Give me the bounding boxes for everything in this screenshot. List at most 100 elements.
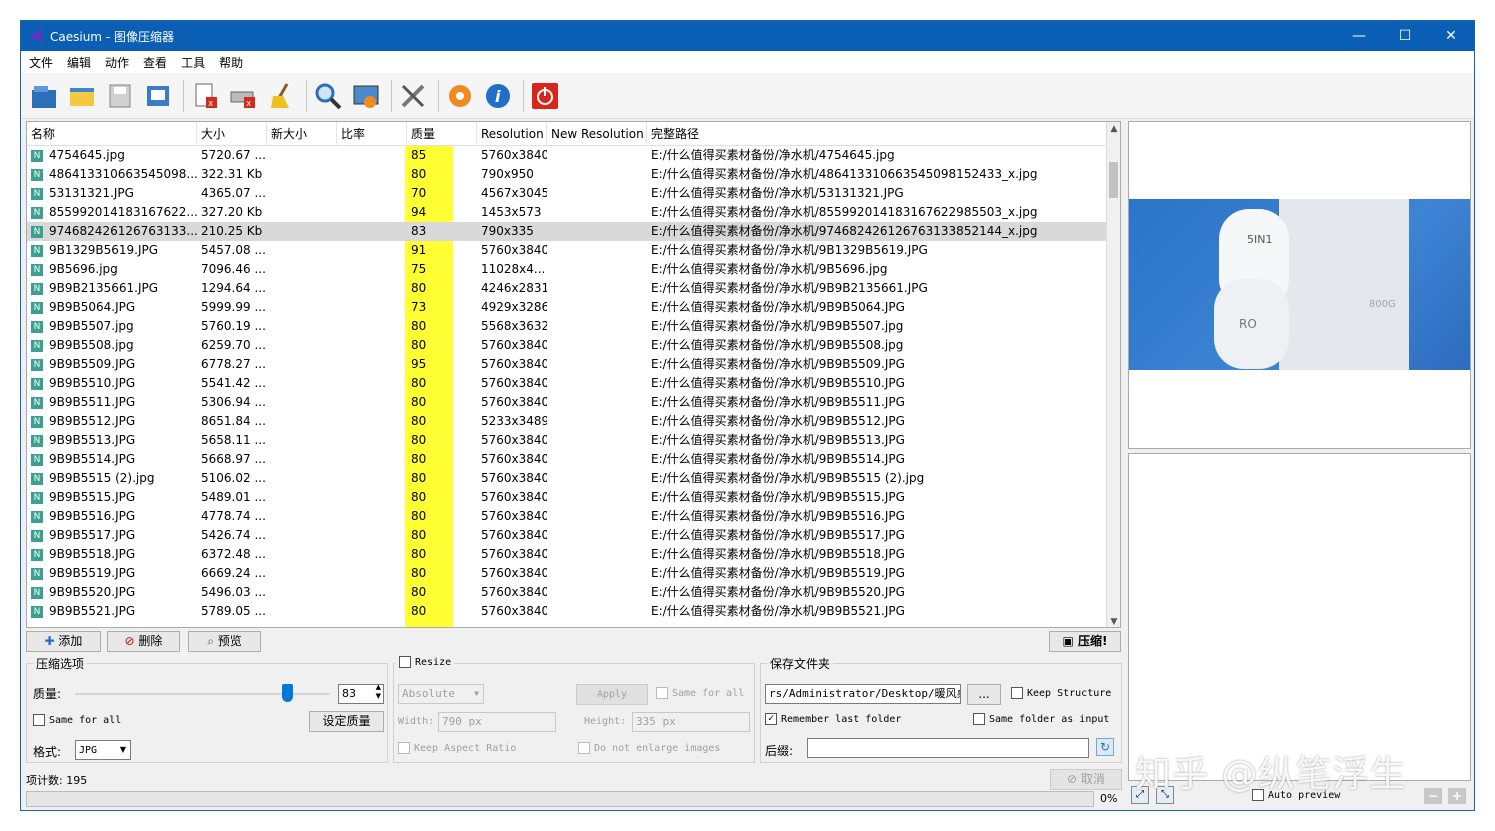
table-row[interactable]: N 486413310663545098... 322.31 Kb 80 790x950… [27, 165, 1107, 184]
col-ratio[interactable]: 比率 [337, 122, 407, 146]
save-folder-title: 保存文件夹 [767, 655, 834, 672]
apply-button[interactable]: Apply [576, 684, 648, 705]
cell-size: 5658.11 ... [201, 433, 266, 447]
zoom-in-icon[interactable]: + [1448, 788, 1466, 804]
table-row[interactable]: N 9B9B5521.JPG 5789.05 ... 80 5760x3840 E:/什么… [27, 602, 1107, 621]
height-field[interactable]: 335 px [632, 712, 750, 732]
table-row[interactable]: N 9B9B5519.JPG 6669.24 ... 80 5760x3840 E:/什么… [27, 564, 1107, 583]
col-new-size[interactable]: 新大小 [267, 122, 337, 146]
broom-icon[interactable] [264, 79, 298, 113]
table-row[interactable]: N 9B9B5517.JPG 5426.74 ... 80 5760x3840 E:/什么… [27, 526, 1107, 545]
cell-size: 7096.46 ... [201, 262, 266, 276]
browse-button[interactable]: ... [967, 684, 1001, 705]
table-row[interactable]: N 9B9B5509.JPG 6778.27 ... 95 5760x3840 E:/什么… [27, 355, 1107, 374]
cell-new-resolution [547, 450, 647, 469]
minimize-button[interactable]: — [1336, 21, 1382, 51]
scroll-down-arrow-icon[interactable]: ▼ [1107, 615, 1120, 627]
keep-aspect-checkbox[interactable]: Keep Aspect Ratio [398, 742, 516, 754]
table-row[interactable]: N 9B9B2135661.JPG 1294.64 ... 80 4246x2831 E:… [27, 279, 1107, 298]
scroll-thumb[interactable] [1109, 162, 1118, 198]
refresh-icon[interactable]: ↻ [1096, 738, 1114, 756]
table-row[interactable]: N 9B9B5515.JPG 5489.01 ... 80 5760x3840 E:/什么… [27, 488, 1107, 507]
format-select[interactable]: JPG ▼ [75, 740, 131, 760]
remove-button[interactable]: ⊘ 删除 [107, 631, 180, 652]
table-row[interactable]: N 9B9B5513.JPG 5658.11 ... 80 5760x3840 E:/什么… [27, 431, 1107, 450]
col-size[interactable]: 大小 [197, 122, 267, 146]
cell-ratio [337, 317, 407, 336]
clear-list-icon[interactable]: x [226, 79, 260, 113]
table-row[interactable]: N 9B1329B5619.JPG 5457.08 ... 91 5760x3840 E:… [27, 241, 1107, 260]
table-row[interactable]: N 9B9B5512.JPG 8651.84 ... 80 5233x3489 E:/什么… [27, 412, 1107, 431]
close-button[interactable]: ✕ [1428, 21, 1474, 51]
tools-icon[interactable] [396, 79, 430, 113]
file-list[interactable]: 名称 大小 新大小 比率 质量 Resolution New Resolutio… [26, 121, 1121, 628]
settings-icon[interactable] [443, 79, 477, 113]
compress-button[interactable]: ▣ 压缩! [1049, 631, 1121, 652]
quality-slider-thumb[interactable] [281, 684, 293, 702]
cell-resolution: 5760x3840 [481, 509, 547, 523]
table-row[interactable]: N 9B9B5508.jpg 6259.70 ... 80 5760x3840 E:/什么… [27, 336, 1107, 355]
quality-spinbox[interactable]: 83 ▲ ▼ [338, 684, 384, 704]
cancel-button[interactable]: ⊘ 取消 [1050, 769, 1122, 790]
menu-tools[interactable]: 工具 [181, 54, 205, 71]
table-row[interactable]: N 9B9B5520.JPG 5496.03 ... 80 5760x3840 E:/什么… [27, 583, 1107, 602]
cell-new-resolution [547, 203, 647, 222]
save-icon[interactable] [103, 79, 137, 113]
table-row[interactable]: N 9B9B5518.JPG 6372.48 ... 80 5760x3840 E:/什么… [27, 545, 1107, 564]
scroll-up-arrow-icon[interactable]: ▲ [1107, 122, 1120, 136]
keep-structure-checkbox[interactable]: Keep Structure [1011, 687, 1111, 699]
preview-button[interactable]: ⌕ 预览 [188, 631, 261, 652]
cell-quality: 91 [411, 243, 427, 257]
col-new-resolution[interactable]: New Resolution [547, 122, 647, 146]
info-icon[interactable]: i [481, 79, 515, 113]
menu-action[interactable]: 动作 [105, 54, 129, 71]
table-row[interactable]: N 9B9B5516.JPG 4778.74 ... 80 5760x3840 E:/什么… [27, 507, 1107, 526]
suffix-field[interactable] [807, 738, 1089, 758]
table-row[interactable]: N 9B9B5514.JPG 5668.97 ... 80 5760x3840 E:/什么… [27, 450, 1107, 469]
table-row[interactable]: N 9B9B5515 (2).jpg 5106.02 ... 80 5760x3840 E… [27, 469, 1107, 488]
table-row[interactable]: N 9B9B5511.JPG 5306.94 ... 80 5760x3840 E:/什么… [27, 393, 1107, 412]
table-row[interactable]: N 9B5696.jpg 7096.46 ... 75 11028x4... E:/什么值… [27, 260, 1107, 279]
resize-same-for-all-checkbox[interactable]: Same for all [656, 687, 744, 699]
zoom-out-icon[interactable]: − [1424, 788, 1442, 804]
cell-path: E:/什么值得买素材备份/净水机/9B9B5515.JPG [651, 490, 905, 504]
open-folder-icon[interactable] [65, 79, 99, 113]
power-icon[interactable] [528, 79, 562, 113]
resize-mode-select[interactable]: Absolute ▼ [398, 684, 484, 704]
table-row[interactable]: N 9B9B5507.jpg 5760.19 ... 80 5568x3632 E:/什么… [27, 317, 1107, 336]
search-icon[interactable] [311, 79, 345, 113]
col-quality[interactable]: 质量 [407, 122, 477, 146]
list-scrollbar[interactable]: ▲ ▼ [1106, 122, 1120, 627]
col-name[interactable]: 名称 [27, 122, 197, 146]
col-resolution[interactable]: Resolution [477, 122, 547, 146]
no-enlarge-checkbox[interactable]: Do not enlarge images [578, 742, 720, 754]
cell-path: E:/什么值得买素材备份/净水机/9B9B5513.JPG [651, 433, 905, 447]
table-row[interactable]: N 9B9B5064.JPG 5999.99 ... 73 4929x3286 E:/什么… [27, 298, 1107, 317]
cell-size: 322.31 Kb [201, 167, 263, 181]
output-folder-field[interactable]: rs/Administrator/Desktop/暖风桌s [765, 684, 961, 704]
resize-checkbox[interactable]: Resize [396, 656, 455, 668]
remember-last-folder-checkbox[interactable]: Remember last folder [765, 713, 901, 725]
menu-view[interactable]: 查看 [143, 54, 167, 71]
same-for-all-quality-checkbox[interactable]: Same for all [33, 714, 121, 726]
table-row[interactable]: N 974682426126763133... 210.25 Kb 83 790x335… [27, 222, 1107, 241]
table-row[interactable]: N 53131321.JPG 4365.07 ... 70 4567x3045 E:/什么… [27, 184, 1107, 203]
open-file-icon[interactable] [27, 79, 61, 113]
menu-edit[interactable]: 编辑 [67, 54, 91, 71]
save-list-icon[interactable] [141, 79, 175, 113]
remove-item-icon[interactable]: x [188, 79, 222, 113]
add-button[interactable]: ✚ 添加 [26, 631, 101, 652]
table-row[interactable]: N 855992014183167622... 327.20 Kb 94 1453x57… [27, 203, 1107, 222]
maximize-button[interactable]: ☐ [1382, 21, 1428, 51]
set-quality-button[interactable]: 设定质量 [309, 711, 384, 732]
col-full-path[interactable]: 完整路径 [647, 122, 1107, 146]
cell-size: 5426.74 ... [201, 528, 266, 542]
preview-icon[interactable] [349, 79, 383, 113]
width-field[interactable]: 790 px [438, 712, 556, 732]
table-row[interactable]: N 9B9B5510.JPG 5541.42 ... 80 5760x3840 E:/什么… [27, 374, 1107, 393]
cell-ratio [337, 374, 407, 393]
menu-file[interactable]: 文件 [29, 54, 53, 71]
table-row[interactable]: N 4754645.jpg 5720.67 ... 85 5760x3840 E:/什么值… [27, 146, 1107, 165]
menu-help[interactable]: 帮助 [219, 54, 243, 71]
same-folder-as-input-checkbox[interactable]: Same folder as input [973, 713, 1109, 725]
